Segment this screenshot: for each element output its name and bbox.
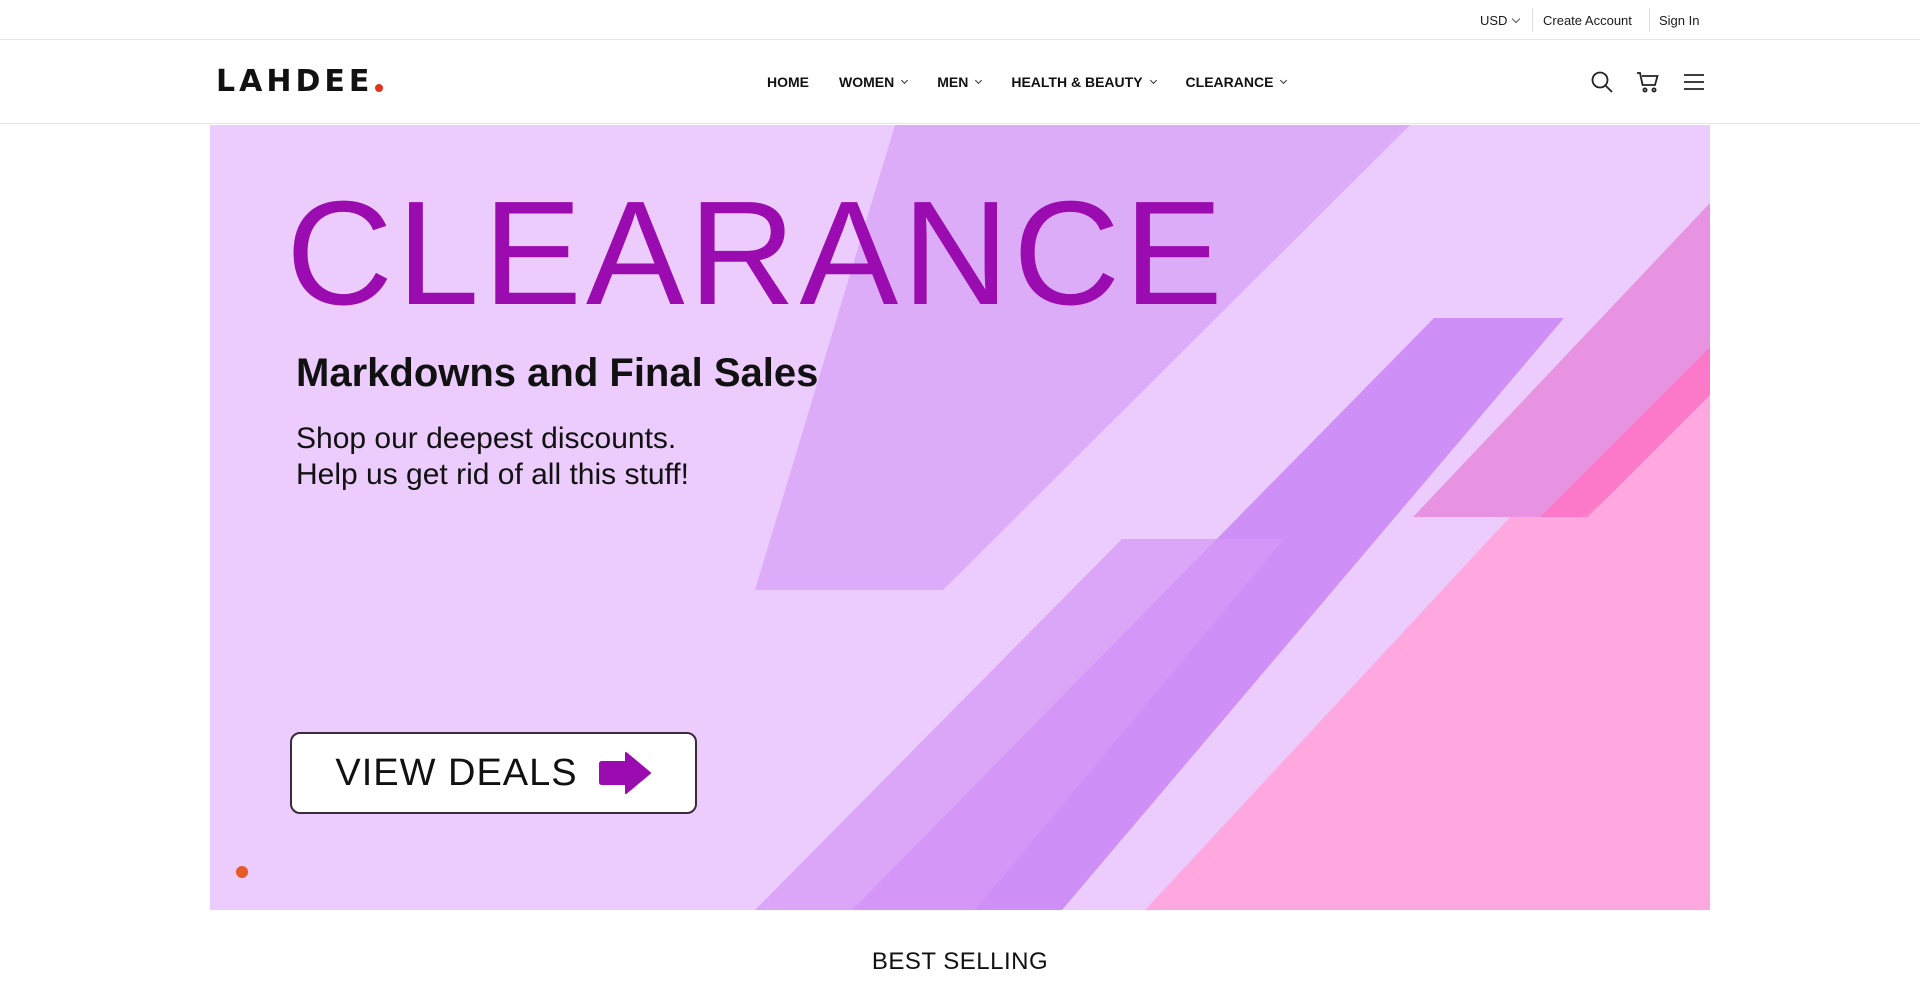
best-selling-heading: BEST SELLING [871, 948, 1049, 975]
sign-in-link[interactable]: Sign In [1659, 0, 1699, 40]
logo-text: LAHDEE [216, 64, 374, 99]
chevron-down-icon [901, 76, 909, 85]
header-icons [1590, 40, 1706, 124]
hero-subtitle: Markdowns and Final Sales [296, 351, 819, 395]
menu-icon[interactable] [1682, 70, 1706, 94]
divider [1532, 8, 1533, 32]
hero-banner[interactable]: CLEARANCE Markdowns and Final Sales Shop… [210, 125, 1710, 910]
chevron-down-icon [1512, 14, 1521, 23]
search-icon[interactable] [1590, 70, 1614, 94]
nav-label: HEALTH & BEAUTY [1011, 74, 1143, 90]
view-deals-button[interactable]: VIEW DEALS [290, 732, 697, 814]
arrow-right-icon [598, 752, 651, 794]
carousel-dot[interactable] [236, 866, 248, 878]
cart-icon[interactable] [1636, 70, 1660, 94]
nav-item-home[interactable]: HOME [767, 74, 809, 90]
logo-dot [375, 84, 384, 92]
nav-label: CLEARANCE [1185, 74, 1274, 90]
currency-selector[interactable]: USD [1480, 0, 1521, 40]
site-header: LAHDEE HOME WOMEN MEN HEALTH & BEAUTY CL… [0, 40, 1920, 124]
hero-title: CLEARANCE [286, 171, 1227, 336]
view-deals-label: VIEW DEALS [335, 751, 578, 794]
nav-item-men[interactable]: MEN [937, 74, 983, 90]
nav-label: WOMEN [839, 74, 895, 90]
nav-item-clearance[interactable]: CLEARANCE [1185, 74, 1288, 90]
chevron-down-icon [1280, 76, 1288, 85]
hero-description: Shop our deepest discounts. Help us get … [296, 422, 689, 491]
nav-label: MEN [937, 74, 969, 90]
nav-item-health-beauty[interactable]: HEALTH & BEAUTY [1011, 74, 1157, 90]
utility-bar: USD Create Account Sign In [0, 0, 1920, 40]
chevron-down-icon [975, 76, 983, 85]
divider [1649, 8, 1650, 32]
create-account-link[interactable]: Create Account [1543, 0, 1632, 40]
chevron-down-icon [1149, 76, 1157, 85]
currency-label: USD [1480, 12, 1508, 28]
nav-item-women[interactable]: WOMEN [839, 74, 909, 90]
nav-label: HOME [767, 74, 809, 90]
main-nav: HOME WOMEN MEN HEALTH & BEAUTY CLEARANCE [767, 40, 1316, 124]
logo[interactable]: LAHDEE [216, 64, 384, 100]
